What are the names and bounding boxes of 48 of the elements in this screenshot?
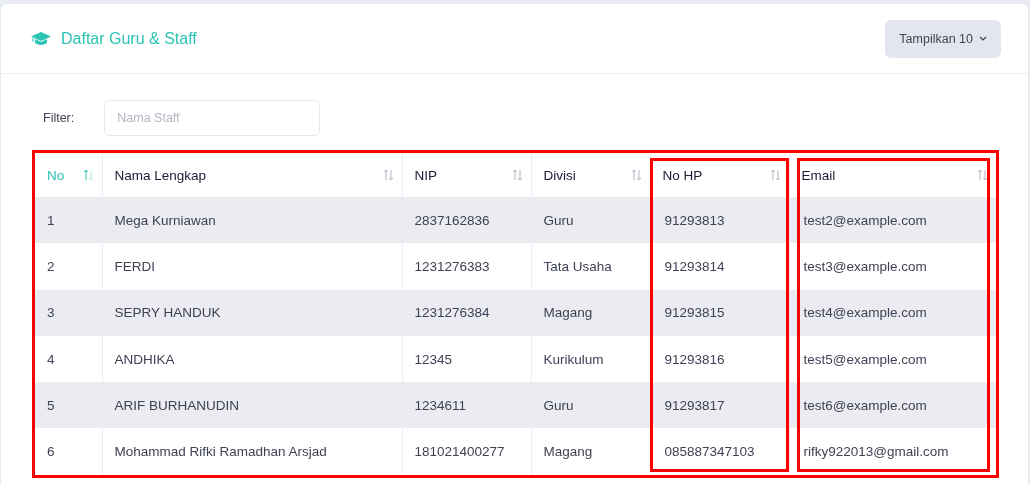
table-cell: 1234611: [414, 397, 467, 413]
table-cell: Kurikulum: [543, 351, 604, 367]
table-cell: test4@example.com: [803, 305, 927, 321]
table-cell: test3@example.com: [803, 258, 927, 274]
table-cell: 12345: [414, 351, 453, 367]
table-cell: Guru: [543, 212, 574, 228]
table-cell: ANDHIKA: [114, 351, 175, 367]
sort-icon: [977, 169, 988, 181]
table-cell: 1: [47, 212, 55, 228]
table-cell: 91293813: [664, 212, 725, 228]
table-cell: 1231276384: [414, 305, 490, 321]
table-cell: 91293814: [664, 258, 725, 274]
table-cell: 3: [47, 305, 55, 321]
sort-icon: [630, 169, 642, 181]
table-cell: FERDI: [114, 258, 155, 274]
table-cell: test6@example.com: [803, 397, 927, 413]
table-cell: 085887347103: [664, 444, 755, 460]
page-title: Daftar Guru & Staff: [61, 29, 197, 48]
table-cell: Mega Kurniawan: [114, 212, 216, 228]
table-cell: Tata Usaha: [543, 258, 612, 274]
table-cell: 181021400277: [414, 444, 505, 460]
table-cell: Magang: [543, 305, 593, 321]
table-cell: test2@example.com: [803, 212, 927, 228]
filter-input[interactable]: Nama Staff: [104, 100, 321, 136]
table-cell: 1231276383: [414, 258, 490, 274]
table-cell: 6: [47, 444, 55, 460]
table-cell: 91293815: [664, 305, 725, 321]
sort-icon: [382, 169, 394, 181]
sort-icon: [769, 169, 781, 181]
table-cell: ARIF BURHANUDIN: [114, 397, 239, 413]
table-cell: Magang: [543, 444, 593, 460]
table-cell: 2: [47, 258, 55, 274]
table-cell: 2837162836: [414, 212, 490, 228]
table-cell: 91293817: [664, 397, 725, 413]
sort-icon: [511, 169, 523, 181]
table-cell: 91293816: [664, 351, 725, 367]
table-cell: rifky922013@gmail.com: [803, 444, 949, 460]
chevron-down-icon: [979, 36, 987, 41]
table-cell: 4: [47, 351, 55, 367]
sort-icon: [82, 169, 94, 181]
graduation-cap-icon: [31, 31, 51, 46]
page-size-dropdown[interactable]: Tampilkan 10: [885, 19, 1001, 58]
table-cell: Guru: [543, 397, 574, 413]
table-cell: Mohammad Rifki Ramadhan Arsjad: [114, 444, 327, 460]
table-cell: test5@example.com: [803, 351, 927, 367]
table-cell: SEPRY HANDUK: [114, 305, 221, 321]
table-cell: 5: [47, 397, 55, 413]
filter-label: Filter:: [43, 111, 75, 125]
